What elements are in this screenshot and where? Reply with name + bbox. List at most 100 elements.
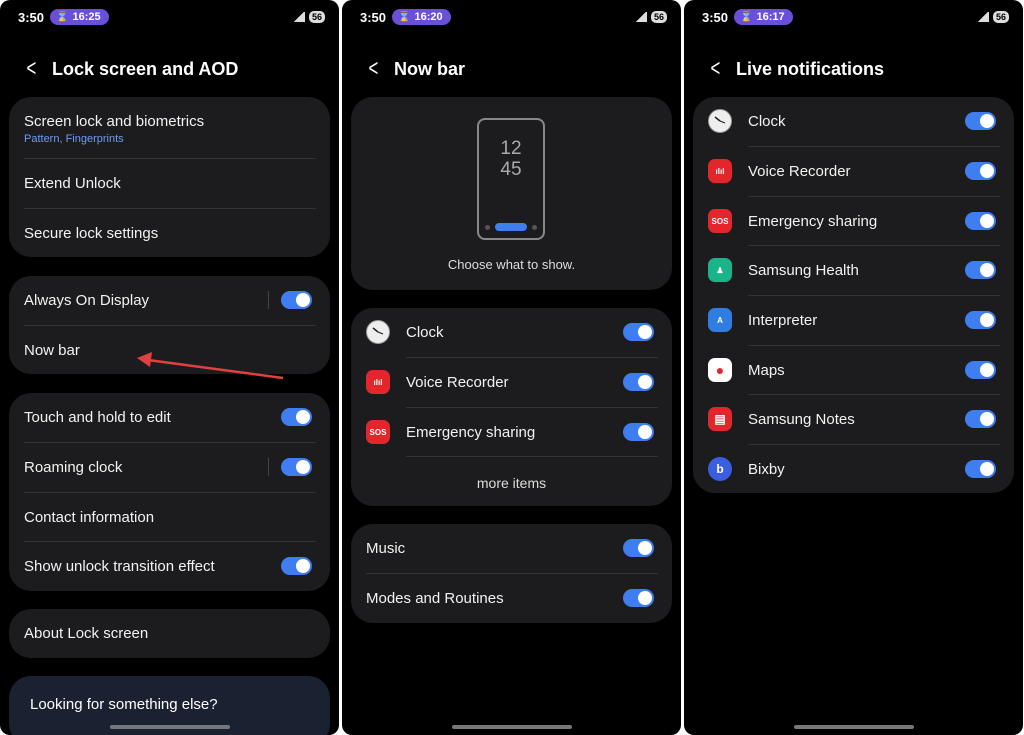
divider — [268, 291, 269, 309]
screen-lock-sublabel: Pattern, Fingerprints — [24, 133, 124, 145]
timer-pill[interactable]: ⌛ 16:20 — [392, 9, 451, 25]
list-item[interactable]: SOS Emergency sharing — [693, 197, 1014, 246]
now-bar-label: Now bar — [24, 341, 80, 359]
about-label: About Lock screen — [24, 625, 149, 642]
item-label: Maps — [748, 362, 785, 379]
list-item[interactable]: ılıl Voice Recorder — [351, 358, 672, 407]
aod-label: Always On Display — [24, 292, 150, 309]
interpreter-toggle[interactable] — [965, 311, 996, 329]
other-sources-card: Music Modes and Routines — [351, 524, 672, 623]
samsung-health-icon: ♟ — [708, 258, 732, 282]
signal-icon — [634, 12, 647, 22]
battery-icon: 56 — [308, 11, 325, 23]
emergency-sharing-toggle[interactable] — [623, 423, 654, 441]
emergency-sharing-icon: SOS — [708, 209, 732, 233]
contact-info-label: Contact information — [24, 509, 155, 526]
preview-now-bar — [495, 223, 527, 231]
list-item[interactable]: Clock — [351, 308, 672, 357]
unlock-transition-toggle[interactable] — [281, 557, 312, 575]
now-bar-item[interactable]: Now bar — [9, 326, 330, 374]
clock-toggle[interactable] — [965, 112, 996, 130]
list-item[interactable]: A Interpreter — [693, 296, 1014, 345]
item-label: Clock — [406, 324, 444, 341]
status-bar: 3:50 ⌛ 16:17 56 — [702, 8, 1009, 26]
interpreter-icon: A — [708, 308, 732, 332]
unlock-transition-item[interactable]: Show unlock transition effect — [9, 542, 330, 591]
roaming-clock-item[interactable]: Roaming clock — [9, 443, 330, 492]
bixby-toggle[interactable] — [965, 460, 996, 478]
preview-clock: 12 45 — [479, 138, 543, 180]
hourglass-icon: ⌛ — [398, 11, 411, 23]
page-header: < Now bar — [364, 57, 466, 81]
always-on-display-item[interactable]: Always On Display — [9, 276, 330, 325]
signal-icon — [976, 12, 989, 22]
touch-hold-toggle[interactable] — [281, 408, 312, 426]
more-items-button[interactable]: more items — [351, 475, 672, 491]
voice-recorder-icon: ılıl — [366, 370, 390, 394]
modes-toggle[interactable] — [623, 589, 654, 607]
clock-toggle[interactable] — [623, 323, 654, 341]
voice-recorder-toggle[interactable] — [965, 162, 996, 180]
contact-information-item[interactable]: Contact information — [9, 493, 330, 542]
now-bar-preview-card: 12 45 Choose what to show. — [351, 97, 672, 290]
extend-unlock-item[interactable]: Extend Unlock — [9, 159, 330, 208]
lock-options-card: Touch and hold to edit Roaming clock Con… — [9, 393, 330, 591]
aod-toggle[interactable] — [281, 291, 312, 309]
touch-hold-label: Touch and hold to edit — [24, 409, 171, 426]
about-lock-screen-card[interactable]: About Lock screen — [9, 609, 330, 658]
home-indicator — [109, 725, 230, 729]
home-indicator — [451, 725, 572, 729]
status-time: 3:50 — [360, 9, 387, 25]
back-icon[interactable]: < — [711, 57, 732, 81]
item-label: Emergency sharing — [406, 424, 536, 441]
hourglass-icon: ⌛ — [56, 11, 69, 23]
item-label: Samsung Notes — [748, 411, 855, 428]
modes-routines-item[interactable]: Modes and Routines — [351, 574, 672, 623]
list-item[interactable]: b Bixby — [693, 445, 1014, 494]
item-label: Clock — [748, 113, 786, 130]
maps-toggle[interactable] — [965, 361, 996, 379]
about-lock-screen-item[interactable]: About Lock screen — [9, 609, 330, 658]
list-item[interactable]: ● Maps — [693, 346, 1014, 395]
timer-pill[interactable]: ⌛ 16:25 — [50, 9, 109, 25]
secure-lock-settings-item[interactable]: Secure lock settings — [9, 209, 330, 258]
now-bar-screen: 3:50 ⌛ 16:20 56 < Now bar 12 45 Choose wh… — [342, 0, 681, 735]
roaming-clock-toggle[interactable] — [281, 458, 312, 476]
item-label: Samsung Health — [748, 262, 859, 279]
extend-unlock-label: Extend Unlock — [24, 175, 121, 192]
preview-dot — [532, 225, 537, 230]
back-icon[interactable]: < — [369, 57, 390, 81]
preview-minute: 45 — [500, 159, 522, 180]
screen-lock-biometrics-item[interactable]: Screen lock and biometrics Pattern, Fing… — [9, 109, 330, 149]
emergency-sharing-toggle[interactable] — [965, 212, 996, 230]
music-toggle[interactable] — [623, 539, 654, 557]
list-item[interactable]: ▤ Samsung Notes — [693, 395, 1014, 444]
page-title: Lock screen and AOD — [52, 58, 239, 79]
samsung-notes-toggle[interactable] — [965, 410, 996, 428]
back-icon[interactable]: < — [27, 57, 48, 81]
secure-lock-label: Secure lock settings — [24, 225, 159, 242]
touch-hold-edit-item[interactable]: Touch and hold to edit — [9, 393, 330, 442]
emergency-sharing-icon: SOS — [366, 420, 390, 444]
modes-label: Modes and Routines — [366, 590, 504, 607]
item-label: Voice Recorder — [748, 163, 851, 180]
lock-settings-card: Screen lock and biometrics Pattern, Fing… — [9, 97, 330, 257]
battery-icon: 56 — [992, 11, 1009, 23]
status-bar: 3:50 ⌛ 16:20 56 — [360, 8, 667, 26]
list-item[interactable]: ılıl Voice Recorder — [693, 147, 1014, 196]
list-item[interactable]: ♟ Samsung Health — [693, 246, 1014, 295]
item-label: Voice Recorder — [406, 374, 509, 391]
list-item[interactable]: SOS Emergency sharing — [351, 408, 672, 457]
page-title: Live notifications — [736, 58, 885, 79]
page-header: < Lock screen and AOD — [22, 57, 239, 81]
timer-pill[interactable]: ⌛ 16:17 — [734, 9, 793, 25]
page-title: Now bar — [394, 58, 466, 79]
now-bar-items-card: Clock ılıl Voice Recorder SOS Emergency … — [351, 308, 672, 506]
samsung-health-toggle[interactable] — [965, 261, 996, 279]
list-item[interactable]: Clock — [693, 97, 1014, 146]
voice-recorder-toggle[interactable] — [623, 373, 654, 391]
clock-icon — [708, 109, 732, 133]
status-time: 3:50 — [702, 9, 729, 25]
music-item[interactable]: Music — [351, 524, 672, 573]
roaming-clock-label: Roaming clock — [24, 459, 123, 476]
